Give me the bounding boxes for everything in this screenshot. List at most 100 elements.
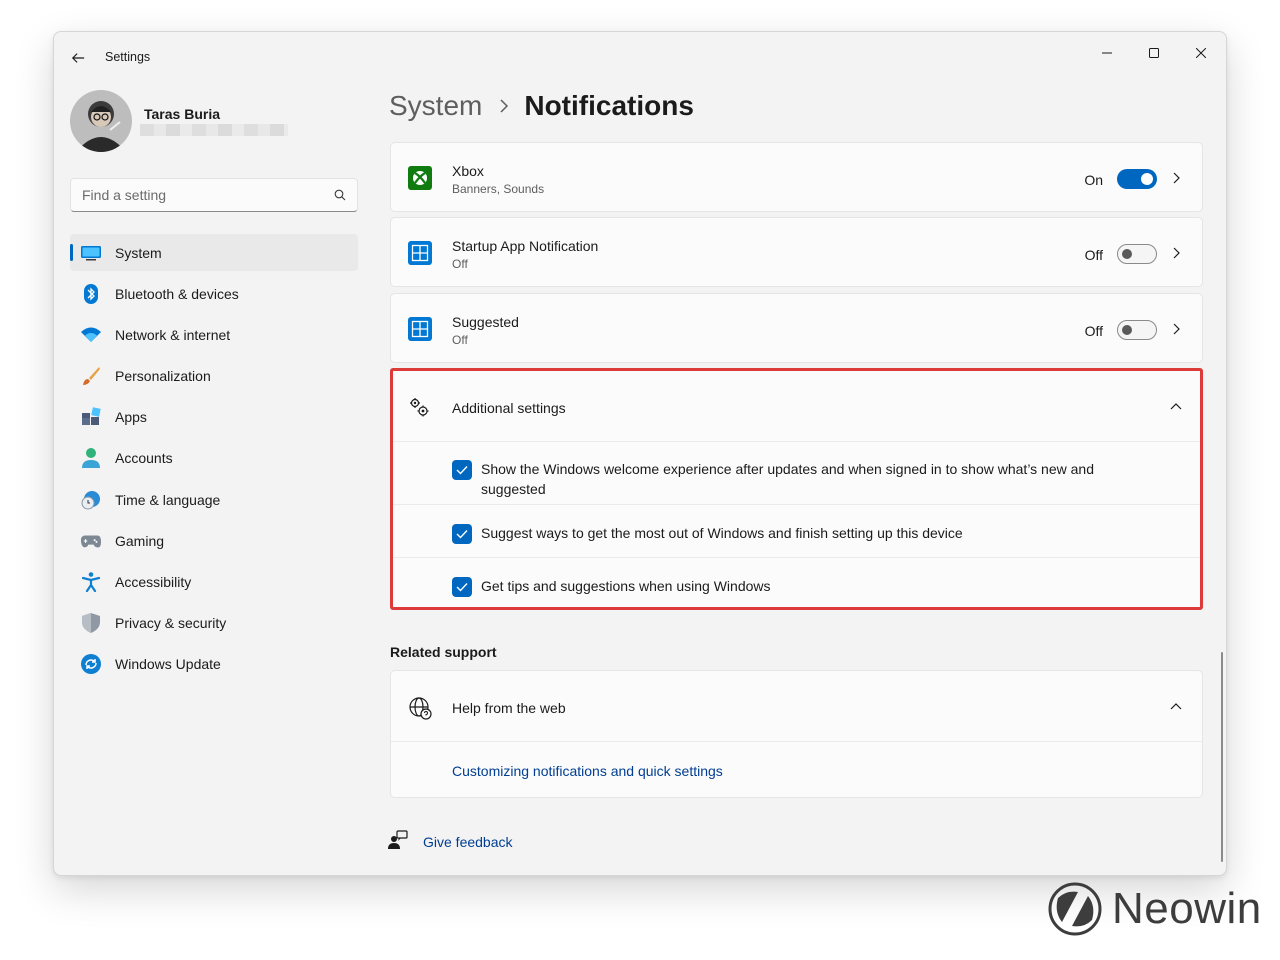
- sidebar-item-label: Personalization: [115, 368, 211, 385]
- chevron-right-icon[interactable]: [1168, 170, 1184, 186]
- neowin-logo-icon: [1048, 882, 1102, 936]
- scrollbar[interactable]: [1221, 652, 1223, 862]
- sidebar-item-apps[interactable]: Apps: [70, 399, 358, 436]
- sidebar-item-time-language[interactable]: Time & language: [70, 481, 358, 518]
- sidebar-item-label: Time & language: [115, 491, 221, 508]
- sidebar-item-label: Windows Update: [115, 656, 221, 673]
- divider: [391, 504, 1202, 505]
- sidebar-item-label: Accounts: [115, 450, 173, 467]
- divider: [391, 741, 1202, 742]
- sidebar-item-accessibility[interactable]: Accessibility: [70, 564, 358, 601]
- sidebar-item-system[interactable]: System: [70, 234, 358, 271]
- help-from-web-expander: Help from the web Customizing notificati…: [390, 670, 1203, 798]
- sidebar-item-personalization[interactable]: Personalization: [70, 358, 358, 395]
- tips-option[interactable]: Get tips and suggestions when using Wind…: [452, 576, 1141, 597]
- minimize-icon[interactable]: [1084, 38, 1130, 68]
- help-from-web-title: Help from the web: [452, 700, 566, 716]
- startup-app-toggle[interactable]: [1117, 244, 1157, 264]
- sidebar-item-label: Bluetooth & devices: [115, 285, 239, 302]
- avatar[interactable]: [70, 90, 132, 152]
- suggested-toggle[interactable]: [1117, 320, 1157, 340]
- app-row-subtitle: Off: [452, 257, 468, 271]
- search-box[interactable]: [70, 178, 358, 212]
- checkbox-checked[interactable]: [452, 460, 472, 480]
- gamepad-icon: [81, 531, 101, 551]
- xbox-toggle[interactable]: [1117, 169, 1157, 189]
- shield-icon: [81, 613, 101, 634]
- monitor-icon: [81, 243, 101, 263]
- toggle-state-label: Off: [1084, 247, 1103, 263]
- sidebar-item-label: Gaming: [115, 532, 165, 549]
- app-row-subtitle: Off: [452, 333, 468, 347]
- search-input[interactable]: [71, 187, 323, 203]
- checkbox-checked[interactable]: [452, 577, 472, 597]
- page-title: Notifications: [524, 90, 694, 121]
- feedback-icon: [388, 830, 408, 850]
- additional-settings-header[interactable]: Additional settings: [391, 371, 1202, 441]
- related-support-heading: Related support: [390, 644, 497, 660]
- brush-icon: [81, 366, 101, 386]
- toggle-state-label: On: [1084, 172, 1103, 188]
- option-label: Show the Windows welcome experience afte…: [481, 461, 1094, 497]
- divider: [391, 557, 1202, 558]
- xbox-icon: [408, 166, 432, 190]
- app-tile-icon: [408, 317, 432, 341]
- back-arrow-icon[interactable]: [66, 46, 90, 70]
- close-icon[interactable]: [1178, 38, 1224, 68]
- chevron-up-icon[interactable]: [1168, 698, 1184, 714]
- suggest-ways-option[interactable]: Suggest ways to get the most out of Wind…: [452, 523, 1141, 544]
- customizing-notifications-link[interactable]: Customizing notifications and quick sett…: [452, 763, 723, 779]
- bluetooth-icon: [81, 283, 101, 304]
- sidebar-item-label: Apps: [115, 409, 147, 426]
- neowin-watermark: Neowin: [1048, 882, 1262, 936]
- chevron-up-icon[interactable]: [1168, 398, 1184, 414]
- sidebar-item-label: Privacy & security: [115, 615, 227, 632]
- app-row-startup[interactable]: Startup App Notification Off Off: [390, 217, 1203, 287]
- globe-help-icon: [408, 696, 432, 720]
- update-icon: [81, 654, 101, 675]
- chevron-right-icon[interactable]: [1168, 245, 1184, 261]
- apps-icon: [81, 407, 101, 427]
- person-icon: [81, 448, 101, 469]
- user-email-redacted: [140, 124, 288, 136]
- app-row-title: Startup App Notification: [452, 238, 599, 254]
- app-title: Settings: [105, 50, 151, 64]
- toggle-state-label: Off: [1084, 323, 1103, 339]
- chevron-right-icon[interactable]: [1168, 321, 1184, 337]
- sidebar-item-windows-update[interactable]: Windows Update: [70, 646, 358, 683]
- app-row-title: Xbox: [452, 163, 484, 179]
- sidebar-item-gaming[interactable]: Gaming: [70, 522, 358, 559]
- sidebar-item-bluetooth[interactable]: Bluetooth & devices: [70, 275, 358, 312]
- sidebar-item-accounts[interactable]: Accounts: [70, 440, 358, 477]
- app-row-suggested[interactable]: Suggested Off Off: [390, 293, 1203, 363]
- option-label: Get tips and suggestions when using Wind…: [481, 578, 771, 594]
- breadcrumb: System Notifications: [389, 90, 694, 122]
- chevron-right-icon: [499, 99, 509, 113]
- title-bar: Settings: [54, 32, 1226, 82]
- sidebar-item-label: Accessibility: [115, 574, 192, 590]
- help-from-web-header[interactable]: Help from the web: [391, 671, 1202, 741]
- app-row-xbox[interactable]: Xbox Banners, Sounds On: [390, 142, 1203, 212]
- divider: [391, 441, 1202, 442]
- sidebar-item-label: Network & internet: [115, 326, 231, 343]
- wifi-icon: [81, 325, 101, 345]
- app-tile-icon: [408, 241, 432, 265]
- accessibility-icon: [81, 572, 101, 592]
- user-name: Taras Buria: [144, 106, 220, 122]
- app-row-title: Suggested: [452, 314, 519, 330]
- give-feedback-link[interactable]: Give feedback: [423, 834, 513, 850]
- option-label: Suggest ways to get the most out of Wind…: [481, 525, 963, 541]
- sidebar-item-network[interactable]: Network & internet: [70, 316, 358, 353]
- watermark-text: Neowin: [1112, 884, 1262, 933]
- sidebar-item-label: System: [115, 244, 162, 261]
- settings-window: Settings Taras Buria Find a setting Syst…: [53, 31, 1227, 876]
- breadcrumb-parent[interactable]: System: [389, 90, 482, 122]
- gears-icon: [408, 396, 432, 420]
- welcome-experience-option[interactable]: Show the Windows welcome experience afte…: [452, 459, 1141, 499]
- checkbox-checked[interactable]: [452, 524, 472, 544]
- maximize-icon[interactable]: [1131, 38, 1177, 68]
- search-icon[interactable]: [323, 179, 357, 211]
- sidebar-item-privacy[interactable]: Privacy & security: [70, 605, 358, 642]
- globe-clock-icon: [81, 490, 101, 510]
- additional-settings-title: Additional settings: [452, 400, 566, 416]
